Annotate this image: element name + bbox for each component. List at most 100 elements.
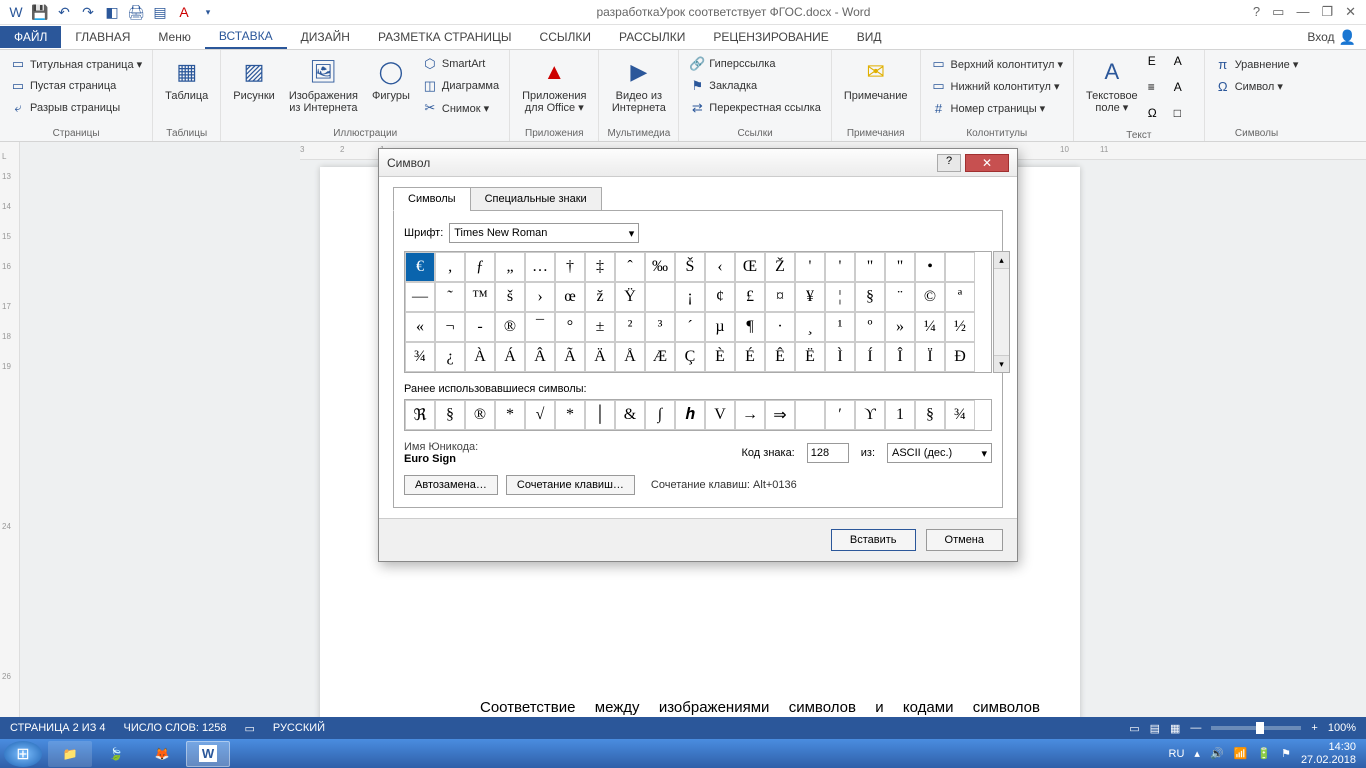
zoom-level[interactable]: 100% bbox=[1328, 722, 1356, 734]
symbol-cell[interactable]: Î bbox=[885, 342, 915, 372]
autocorrect-button[interactable]: Автозамена… bbox=[404, 475, 498, 495]
recent-symbol-cell[interactable]: ∫ bbox=[645, 400, 675, 430]
bookmark-button[interactable]: ⚑Закладка bbox=[687, 76, 823, 96]
symbol-cell[interactable]: ¬ bbox=[435, 312, 465, 342]
symbol-cell[interactable]: ˜ bbox=[435, 282, 465, 312]
language-status[interactable]: РУССКИЙ bbox=[273, 722, 325, 734]
taskbar-word[interactable]: W bbox=[186, 741, 230, 767]
blank-page-button[interactable]: ▭Пустая страница bbox=[8, 76, 144, 96]
proofing-icon[interactable]: ▭ bbox=[244, 722, 254, 735]
symbol-cell[interactable]: ¼ bbox=[915, 312, 945, 342]
symbol-cell[interactable]: £ bbox=[735, 282, 765, 312]
close-icon[interactable]: ✕ bbox=[1345, 4, 1356, 20]
dialog-title-bar[interactable]: Символ ? ✕ bbox=[379, 149, 1017, 177]
qat-icon-1[interactable]: ◧ bbox=[104, 4, 120, 20]
font-select[interactable]: Times New Roman▾ bbox=[449, 223, 639, 243]
recent-symbol-cell[interactable]: ¾ bbox=[945, 400, 975, 430]
cancel-button[interactable]: Отмена bbox=[926, 529, 1003, 551]
scroll-up-icon[interactable]: ▴ bbox=[994, 252, 1009, 269]
symbol-cell[interactable]: ¥ bbox=[795, 282, 825, 312]
ribbon-toggle-icon[interactable]: ▭ bbox=[1272, 4, 1284, 20]
symbol-cell[interactable]: ¤ bbox=[765, 282, 795, 312]
symbol-cell[interactable]: ¡ bbox=[675, 282, 705, 312]
symbol-cell[interactable]: Â bbox=[525, 342, 555, 372]
qat-dropdown-icon[interactable]: ▾ bbox=[200, 4, 216, 20]
object-icon[interactable]: □ bbox=[1174, 106, 1196, 128]
page-status[interactable]: СТРАНИЦА 2 ИЗ 4 bbox=[10, 722, 106, 734]
sign-in[interactable]: Вход👤 bbox=[1307, 29, 1366, 46]
symbol-cell[interactable]: ˆ bbox=[615, 252, 645, 282]
view-web-icon[interactable]: ▦ bbox=[1170, 722, 1180, 735]
online-video-button[interactable]: ▶Видео из Интернета bbox=[607, 54, 670, 116]
taskbar-firefox[interactable]: 🦊 bbox=[140, 741, 184, 767]
symbol-cell[interactable]: Ð bbox=[945, 342, 975, 372]
tab-special-chars[interactable]: Специальные знаки bbox=[470, 187, 602, 211]
symbol-cell[interactable]: ' bbox=[795, 252, 825, 282]
symbol-cell[interactable]: Ä bbox=[585, 342, 615, 372]
symbol-cell[interactable]: € bbox=[405, 252, 435, 282]
recent-symbol-cell[interactable]: V bbox=[705, 400, 735, 430]
recent-symbol-cell[interactable]: 1 bbox=[885, 400, 915, 430]
recent-symbol-cell[interactable]: * bbox=[555, 400, 585, 430]
symbol-cell[interactable]: µ bbox=[705, 312, 735, 342]
wordart-icon[interactable]: A bbox=[1174, 54, 1196, 76]
page-number-button[interactable]: #Номер страницы ▾ bbox=[929, 98, 1066, 118]
symbol-cell[interactable]: ¸ bbox=[795, 312, 825, 342]
dialog-help-button[interactable]: ? bbox=[937, 154, 961, 172]
from-select[interactable]: ASCII (дес.)▾ bbox=[887, 443, 992, 463]
signature-icon[interactable]: ≡ bbox=[1148, 80, 1170, 102]
chart-button[interactable]: ◫Диаграмма bbox=[420, 76, 501, 96]
symbol-cell[interactable]: Í bbox=[855, 342, 885, 372]
symbol-cell[interactable]: ‡ bbox=[585, 252, 615, 282]
symbol-cell[interactable]: ¾ bbox=[405, 342, 435, 372]
symbol-cell[interactable]: Ã bbox=[555, 342, 585, 372]
hyperlink-button[interactable]: 🔗Гиперссылка bbox=[687, 54, 823, 74]
symbol-cell[interactable] bbox=[645, 282, 675, 312]
tab-insert[interactable]: ВСТАВКА bbox=[205, 25, 287, 49]
undo-icon[interactable]: ↶ bbox=[56, 4, 72, 20]
symbol-cell[interactable]: « bbox=[405, 312, 435, 342]
zoom-in-icon[interactable]: + bbox=[1311, 722, 1317, 734]
symbol-cell[interactable]: Æ bbox=[645, 342, 675, 372]
symbol-cell[interactable]: ž bbox=[585, 282, 615, 312]
recent-symbol-cell[interactable]: ⇒ bbox=[765, 400, 795, 430]
symbol-cell[interactable]: Ÿ bbox=[615, 282, 645, 312]
recent-symbol-cell[interactable]: 𝒉 bbox=[675, 400, 705, 430]
help-icon[interactable]: ? bbox=[1253, 4, 1260, 20]
shortcut-key-button[interactable]: Сочетание клавиш… bbox=[506, 475, 635, 495]
symbol-cell[interactable]: É bbox=[735, 342, 765, 372]
symbol-cell[interactable]: · bbox=[765, 312, 795, 342]
symbol-cell[interactable] bbox=[945, 252, 975, 282]
symbol-cell[interactable]: ´ bbox=[675, 312, 705, 342]
symbol-cell[interactable]: œ bbox=[555, 282, 585, 312]
recent-symbol-cell[interactable]: § bbox=[915, 400, 945, 430]
symbol-cell[interactable]: º bbox=[855, 312, 885, 342]
symbol-cell[interactable]: » bbox=[885, 312, 915, 342]
symbol-cell[interactable]: - bbox=[465, 312, 495, 342]
symbol-cell[interactable]: ° bbox=[555, 312, 585, 342]
recent-symbol-cell[interactable]: ϒ bbox=[855, 400, 885, 430]
symbol-cell[interactable]: ¿ bbox=[435, 342, 465, 372]
tray-network-icon[interactable]: 📶 bbox=[1234, 747, 1248, 760]
qat-icon-2[interactable]: ▤ bbox=[152, 4, 168, 20]
symbol-cell[interactable]: ¹ bbox=[825, 312, 855, 342]
header-button[interactable]: ▭Верхний колонтитул ▾ bbox=[929, 54, 1066, 74]
symbol-cell[interactable]: Á bbox=[495, 342, 525, 372]
drop-cap-icon[interactable]: A bbox=[1174, 80, 1196, 102]
symbol-cell[interactable]: § bbox=[855, 282, 885, 312]
recent-symbol-cell[interactable]: ℜ bbox=[405, 400, 435, 430]
minimize-icon[interactable]: — bbox=[1296, 4, 1309, 20]
symbol-cell[interactable]: Ì bbox=[825, 342, 855, 372]
screenshot-button[interactable]: ✂Снимок ▾ bbox=[420, 98, 501, 118]
dialog-close-button[interactable]: ✕ bbox=[965, 154, 1009, 172]
tab-design[interactable]: ДИЗАЙН bbox=[287, 26, 364, 48]
shapes-button[interactable]: ◯Фигуры bbox=[368, 54, 414, 104]
save-icon[interactable]: 💾 bbox=[32, 4, 48, 20]
tab-menu[interactable]: Меню bbox=[144, 26, 204, 48]
recent-symbol-cell[interactable]: & bbox=[615, 400, 645, 430]
symbol-cell[interactable]: Š bbox=[675, 252, 705, 282]
symbol-cell[interactable]: ± bbox=[585, 312, 615, 342]
page-break-button[interactable]: ⤶Разрыв страницы bbox=[8, 98, 144, 118]
recent-symbol-cell[interactable]: ′ bbox=[825, 400, 855, 430]
symbol-cell[interactable]: — bbox=[405, 282, 435, 312]
